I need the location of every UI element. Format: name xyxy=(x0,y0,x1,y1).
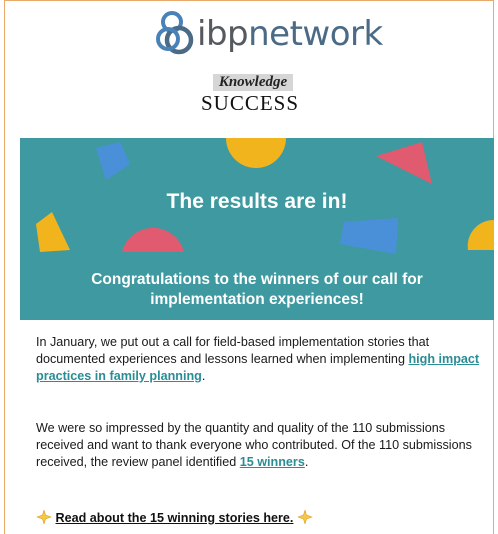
pink-shape-top-right xyxy=(376,142,432,184)
banner-subtitle-line2: implementation experiences! xyxy=(150,291,364,308)
winning-stories-cta[interactable]: Read about the 15 winning stories here. xyxy=(36,510,313,525)
ibp-logo-icon xyxy=(156,11,194,55)
cta-label: Read about the 15 winning stories here. xyxy=(55,511,294,525)
blue-shape-bottom-right xyxy=(340,218,398,254)
banner-subtitle-line1: Congratulations to the winners of our ca… xyxy=(91,271,423,288)
thanks-paragraph: We were so impressed by the quantity and… xyxy=(36,420,486,471)
ibp-logo[interactable]: ibpnetwork xyxy=(5,7,495,63)
intro-end: . xyxy=(201,369,206,383)
sparkle-icon xyxy=(297,510,313,524)
pink-halfcircle-bottom xyxy=(122,227,184,252)
yellow-shape-left xyxy=(36,212,70,252)
knowledge-success-logo[interactable]: Knowledge SUCCESS xyxy=(5,73,495,127)
results-banner: The results are in! Congratulations to t… xyxy=(20,138,494,320)
winners-link[interactable]: 15 winners xyxy=(240,455,305,469)
yellow-halfcircle-top xyxy=(226,138,286,168)
intro-text: In January, we put out a call for field-… xyxy=(36,335,430,366)
banner-subtitle: Congratulations to the winners of our ca… xyxy=(20,270,494,310)
intro-paragraph: In January, we put out a call for field-… xyxy=(36,334,486,385)
logo-ibp: ibp xyxy=(197,14,249,54)
blue-shape-top-left xyxy=(96,142,130,180)
ks-success: SUCCESS xyxy=(200,91,300,115)
logo-wordmark: ibpnetwork xyxy=(197,17,383,51)
yellow-halfcircle-right xyxy=(467,219,494,250)
logo-network: network xyxy=(248,14,383,54)
thanks-end: . xyxy=(304,455,309,469)
sparkle-icon xyxy=(36,510,52,524)
ks-knowledge: Knowledge xyxy=(212,74,294,91)
banner-title: The results are in! xyxy=(166,190,348,213)
